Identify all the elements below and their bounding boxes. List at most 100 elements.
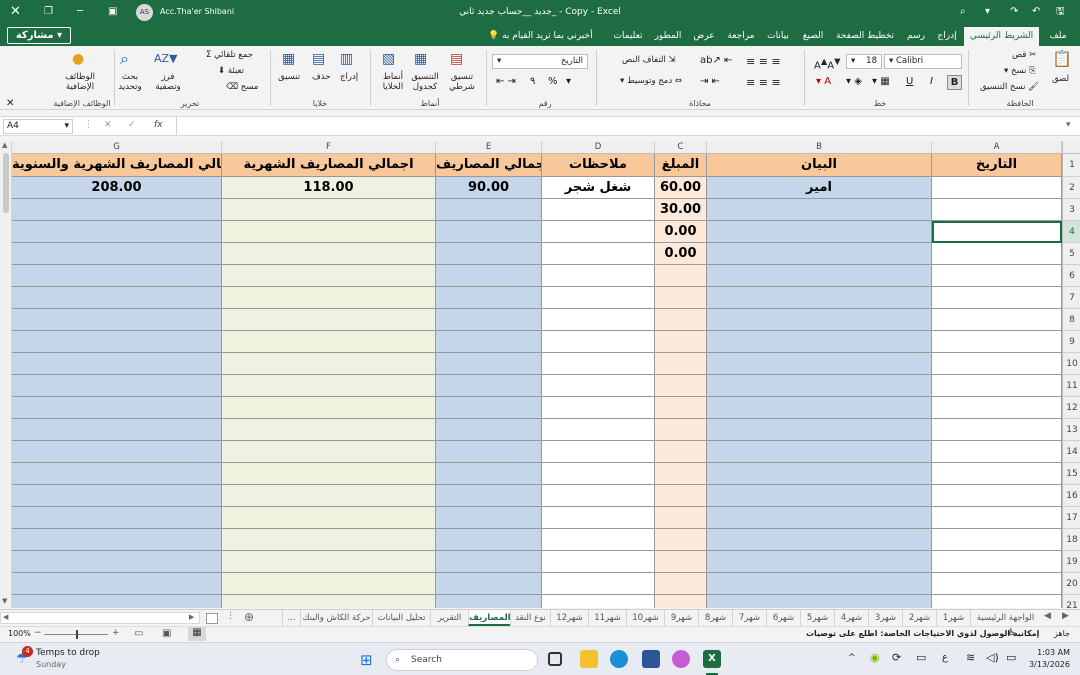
cell-a12[interactable] (932, 397, 1062, 419)
cell-a3[interactable] (932, 199, 1062, 221)
tray-overflow-icon[interactable]: ^ (848, 653, 856, 663)
redo-icon[interactable]: ↷ (1010, 0, 1018, 24)
cell-a15[interactable] (932, 463, 1062, 485)
format-table-icon[interactable]: ▦ (414, 52, 427, 66)
cell-g2[interactable]: 208.00 (12, 177, 222, 199)
cell-g1[interactable]: اجمالي المصاريف الشهرية والسنوية (12, 154, 222, 177)
next-sheet-icon[interactable]: ▶ (1062, 611, 1069, 621)
insert-cells-icon[interactable]: ▥ (340, 52, 353, 66)
number-format-dropdown[interactable]: ▾ التاريخ (492, 54, 588, 69)
conditional-format-button[interactable]: تنسيق شرطي (444, 72, 480, 92)
cell-e4[interactable] (436, 221, 542, 243)
cell-a11[interactable] (932, 375, 1062, 397)
row-header-15[interactable]: 15 (1063, 463, 1080, 485)
cell-b1[interactable]: البيان (707, 154, 932, 177)
edge-icon[interactable] (610, 650, 628, 668)
cell-styles-icon[interactable]: ▧ (382, 52, 395, 66)
accessibility-status[interactable]: إمكانية الوصول لذوي الاحتياجات الخاصة: ا… (806, 629, 1039, 638)
cell-f13[interactable] (222, 419, 436, 441)
cell-d21[interactable] (542, 595, 655, 608)
cell-f12[interactable] (222, 397, 436, 419)
formula-input[interactable] (176, 117, 1066, 135)
add-sheet-icon[interactable]: ⊕ (244, 610, 254, 624)
cell-f15[interactable] (222, 463, 436, 485)
cell-c6[interactable] (655, 265, 707, 287)
zoom-out-icon[interactable]: − (34, 628, 42, 638)
insert-function-icon[interactable]: fx (154, 120, 163, 130)
select-all-corner[interactable] (1063, 141, 1080, 154)
cell-a6[interactable] (932, 265, 1062, 287)
tab-draw[interactable]: رسم (902, 27, 930, 46)
cell-f7[interactable] (222, 287, 436, 309)
cell-c1[interactable]: المبلغ (655, 154, 707, 177)
page-break-view-icon[interactable]: ▭ (134, 628, 143, 639)
cell-d14[interactable] (542, 441, 655, 463)
cell-b7[interactable] (707, 287, 932, 309)
cell-f16[interactable] (222, 485, 436, 507)
sheet-tab-14[interactable]: نوع النقد (510, 610, 550, 626)
scroll-left-icon[interactable]: ◀ (3, 613, 8, 621)
fill-color-icon[interactable]: ▾ ◈ (846, 76, 862, 87)
cell-b9[interactable] (707, 331, 932, 353)
cell-e17[interactable] (436, 507, 542, 529)
cell-d5[interactable] (542, 243, 655, 265)
cell-b10[interactable] (707, 353, 932, 375)
scroll-down-icon[interactable]: ▼ (2, 597, 7, 605)
decimal-buttons[interactable]: ⇤ ⇥ (496, 76, 516, 87)
cell-c16[interactable] (655, 485, 707, 507)
cell-a21[interactable] (932, 595, 1062, 608)
cell-g14[interactable] (12, 441, 222, 463)
cell-f6[interactable] (222, 265, 436, 287)
cell-g8[interactable] (12, 309, 222, 331)
sheet-tab-4[interactable]: شهر3 (868, 610, 902, 626)
cell-c19[interactable] (655, 551, 707, 573)
tab-help[interactable]: تعليمات (612, 27, 644, 46)
cell-e9[interactable] (436, 331, 542, 353)
tray-sync-icon[interactable]: ⟳ (892, 651, 901, 664)
cell-b18[interactable] (707, 529, 932, 551)
cell-f10[interactable] (222, 353, 436, 375)
cell-f9[interactable] (222, 331, 436, 353)
cancel-formula-icon[interactable]: ✕ (104, 120, 112, 130)
column-header-g[interactable]: G (12, 141, 222, 154)
sheet-tab-11[interactable]: شهر10 (626, 610, 664, 626)
sheet-tab-5[interactable]: شهر4 (834, 610, 868, 626)
battery-icon[interactable]: ▭ (1006, 651, 1016, 664)
font-size-dropdown[interactable]: ▾ 18 (846, 54, 882, 69)
cell-g21[interactable] (12, 595, 222, 608)
cell-e10[interactable] (436, 353, 542, 375)
format-cells-button[interactable]: تنسيق (278, 72, 300, 82)
find-select-button[interactable]: بحث وتحديد (114, 72, 146, 92)
horizontal-scrollbar[interactable]: ◀ ▶ (0, 612, 200, 624)
cell-e16[interactable] (436, 485, 542, 507)
currency-icon[interactable]: ▾ (566, 76, 571, 87)
cell-d18[interactable] (542, 529, 655, 551)
cell-d19[interactable] (542, 551, 655, 573)
row-header-6[interactable]: 6 (1063, 265, 1080, 287)
sort-filter-icon[interactable]: AZ▼ (154, 52, 178, 66)
sheet-tab-18[interactable]: حركة الكاش والبنك (300, 610, 372, 626)
format-painter-button[interactable]: نسخ التنسيق 🖌 (980, 82, 1039, 92)
cell-d17[interactable] (542, 507, 655, 529)
cell-d10[interactable] (542, 353, 655, 375)
comma-style-button[interactable]: ٩ (530, 76, 535, 87)
cell-d6[interactable] (542, 265, 655, 287)
cell-f19[interactable] (222, 551, 436, 573)
cell-c10[interactable] (655, 353, 707, 375)
windows-start-icon[interactable]: ⊞ (360, 651, 373, 669)
accessibility-icon[interactable]: ♿ (1008, 628, 1016, 638)
cell-d1[interactable]: ملاحظات (542, 154, 655, 177)
cell-b11[interactable] (707, 375, 932, 397)
insert-cells-button[interactable]: إدراج (340, 72, 358, 82)
tab-data[interactable]: بيانات (764, 27, 792, 46)
row-header-4[interactable]: 4 (1063, 221, 1080, 243)
column-header-e[interactable]: E (436, 141, 542, 154)
cell-e19[interactable] (436, 551, 542, 573)
scrollbar-thumb[interactable] (3, 153, 9, 213)
orientation-icon[interactable]: ab↗ ⇤ (700, 55, 732, 66)
cell-b15[interactable] (707, 463, 932, 485)
cell-b3[interactable] (707, 199, 932, 221)
cell-g15[interactable] (12, 463, 222, 485)
cell-a13[interactable] (932, 419, 1062, 441)
cell-f4[interactable] (222, 221, 436, 243)
